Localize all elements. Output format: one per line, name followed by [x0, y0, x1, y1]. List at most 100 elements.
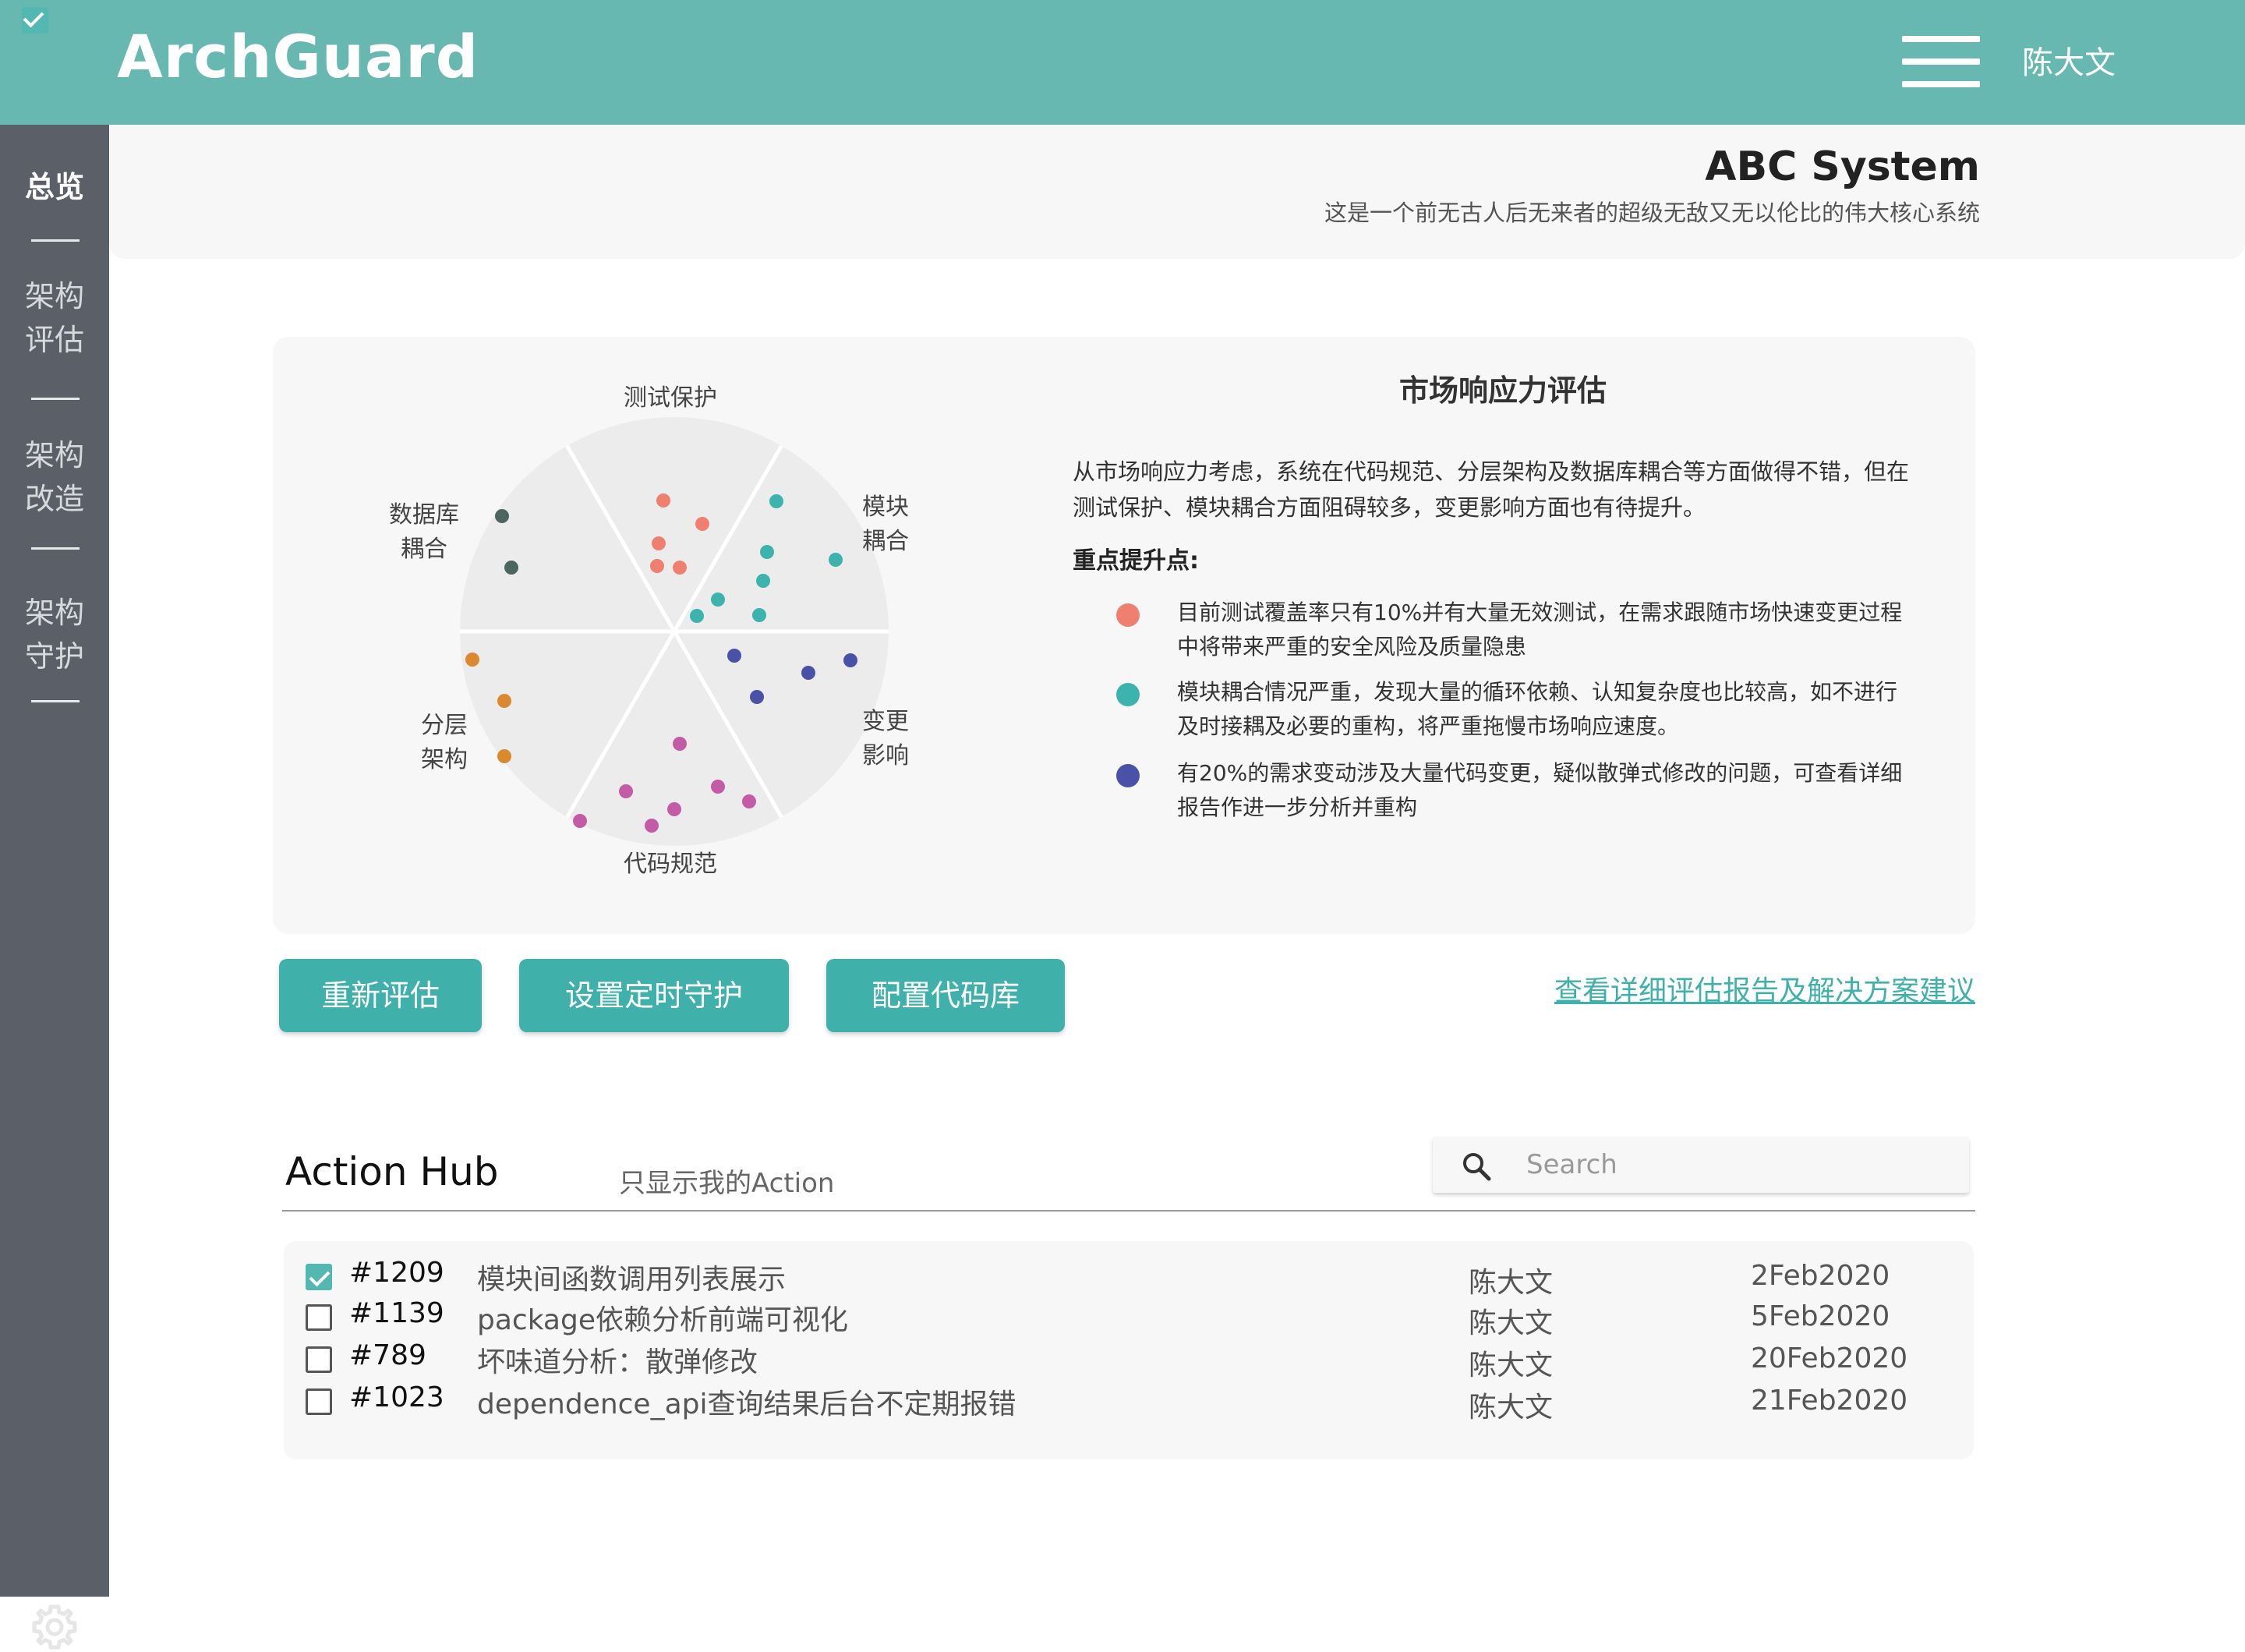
system-description: 这是一个前无古人后无来者的超级无敌又无以伦比的伟大核心系统: [1324, 200, 1980, 226]
sidebar-item-label: 守护: [24, 639, 84, 674]
action-hub-title: Action Hub: [285, 1149, 499, 1194]
focus-point-dot: [1116, 764, 1140, 787]
sidebar-item-architecture-guard[interactable]: 架构 守护: [0, 591, 109, 678]
action-date: 21Feb2020: [1751, 1385, 1908, 1417]
search-icon: [1463, 1153, 1491, 1181]
radar-dot: [667, 802, 681, 816]
radar-dot: [690, 609, 704, 623]
radar-dot: [652, 536, 666, 550]
configure-repo-button[interactable]: 配置代码库: [826, 959, 1065, 1032]
radar-dot: [727, 649, 741, 663]
radar-dot: [843, 653, 857, 667]
gear-icon[interactable]: [30, 1602, 80, 1652]
divider: [282, 1210, 1975, 1212]
action-date: 2Feb2020: [1751, 1260, 1890, 1292]
radar-axis-label: 变更: [862, 708, 909, 735]
focus-point-text: 有20%的需求变动涉及大量代码变更，疑似散弹式修改的问题，可查看详细报告作进一步…: [1177, 760, 1903, 820]
action-title[interactable]: dependence_api查询结果后台不定期报错: [477, 1381, 1016, 1422]
radar-dot: [497, 749, 511, 763]
action-id: #789: [349, 1339, 426, 1371]
sidebar-item-overview[interactable]: 总览: [0, 165, 109, 209]
radar-axis-label: 耦合: [862, 528, 909, 555]
sidebar-item-label: 架构: [24, 596, 84, 630]
radar-axis-label: 影响: [862, 742, 909, 769]
sidebar-item-architecture-refactor[interactable]: 架构 改造: [0, 433, 109, 521]
radar-dot: [742, 794, 756, 808]
action-id: #1139: [349, 1297, 444, 1329]
sidebar-item-label: 改造: [24, 482, 84, 516]
radar-axis-label: 架构: [421, 746, 468, 773]
radar-dot: [495, 509, 509, 523]
sidebar-divider: [31, 547, 80, 550]
schedule-guard-button[interactable]: 设置定时守护: [519, 959, 789, 1032]
radar-axis-label: 代码规范: [624, 851, 717, 878]
radar-dot: [504, 561, 518, 575]
action-owner: 陈大文: [1469, 1350, 1554, 1381]
assessment-summary: 从市场响应力考虑，系统在代码规范、分层架构及数据库耦合等方面做得不错，但在测试保…: [1073, 458, 1910, 521]
radar-dot: [650, 559, 664, 573]
sidebar-divider: [31, 398, 80, 400]
radar-dot: [752, 608, 766, 622]
row-checkbox[interactable]: [306, 1264, 332, 1290]
app-logo[interactable]: ArchGuard: [117, 22, 479, 91]
list-item: #789 坏味道分析：散弹修改 陈大文 20Feb2020: [284, 1339, 1974, 1381]
action-id: #1209: [349, 1257, 444, 1289]
action-date: 5Feb2020: [1751, 1300, 1890, 1332]
row-checkbox[interactable]: [306, 1388, 332, 1415]
my-actions-label[interactable]: 只显示我的Action: [619, 1162, 834, 1200]
action-id: #1023: [349, 1381, 444, 1413]
system-name: ABC System: [1705, 143, 1980, 190]
list-item: #1023 dependence_api查询结果后台不定期报错 陈大文 21Fe…: [284, 1381, 1974, 1424]
radar-dot: [756, 574, 770, 588]
action-owner: 陈大文: [1469, 1307, 1554, 1339]
detailed-report-link[interactable]: 查看详细评估报告及解决方案建议: [1554, 968, 1975, 1009]
radar-axis-label: 耦合: [401, 536, 447, 563]
top-bar: ArchGuard 陈大文: [0, 0, 2245, 125]
radar-axis-label: 模块: [862, 493, 909, 521]
focus-point-dot: [1116, 603, 1140, 627]
action-date: 20Feb2020: [1751, 1342, 1908, 1374]
search-box[interactable]: [1433, 1137, 1969, 1193]
sidebar: 总览 架构 评估 架构 改造 架构 守护: [0, 125, 109, 1650]
my-actions-checkbox[interactable]: [22, 7, 48, 34]
action-title[interactable]: 模块间函数调用列表展示: [477, 1257, 786, 1297]
action-owner: 陈大文: [1469, 1267, 1554, 1299]
radar-dot: [673, 737, 687, 751]
radar-axis-label: 分层: [421, 712, 468, 739]
row-checkbox[interactable]: [306, 1346, 332, 1373]
radar-axis-label: 数据库: [389, 501, 459, 529]
action-title[interactable]: package依赖分析前端可视化: [477, 1297, 848, 1338]
radar-chart: 测试保护模块耦合变更影响代码规范 分层架构 数据库耦合: [389, 384, 909, 878]
focus-point-text: 目前测试覆盖率只有10%并有大量无效测试，在需求跟随市场快速变更过程中将带来严重…: [1177, 600, 1903, 660]
focus-point-dot: [1116, 683, 1140, 706]
radar-dot: [750, 690, 764, 704]
assessment-title: 市场响应力评估: [1399, 373, 1607, 408]
radar-dot: [711, 780, 725, 794]
radar-dot: [769, 494, 783, 508]
list-item: #1209 模块间函数调用列表展示 陈大文 2Feb2020: [284, 1257, 1974, 1299]
hamburger-menu-icon[interactable]: [1902, 36, 1980, 87]
action-list: #1209 模块间函数调用列表展示 陈大文 2Feb2020 #1139 pac…: [284, 1241, 1974, 1459]
sidebar-item-label: 评估: [24, 323, 84, 357]
radar-dot: [829, 553, 843, 567]
radar-dot: [497, 694, 511, 708]
radar-dot: [711, 593, 725, 607]
focus-title: 重点提升点:: [1073, 547, 1199, 575]
radar-dot: [801, 666, 815, 680]
search-input[interactable]: [1526, 1144, 1947, 1185]
radar-dot: [656, 493, 670, 508]
list-item: #1139 package依赖分析前端可视化 陈大文 5Feb2020: [284, 1297, 1974, 1339]
action-owner: 陈大文: [1469, 1392, 1554, 1424]
reassess-button[interactable]: 重新评估: [279, 959, 482, 1032]
row-checkbox[interactable]: [306, 1304, 332, 1331]
sidebar-item-architecture-assessment[interactable]: 架构 评估: [0, 274, 109, 362]
radar-dot: [760, 545, 774, 559]
radar-dot: [619, 784, 633, 798]
radar-dot: [465, 653, 479, 667]
user-name[interactable]: 陈大文: [2022, 37, 2116, 83]
radar-dot: [645, 819, 659, 833]
action-title[interactable]: 坏味道分析：散弹修改: [477, 1339, 758, 1380]
radar-dot: [573, 814, 587, 828]
radar-dot: [673, 561, 687, 575]
sidebar-item-label: 架构: [24, 438, 84, 472]
